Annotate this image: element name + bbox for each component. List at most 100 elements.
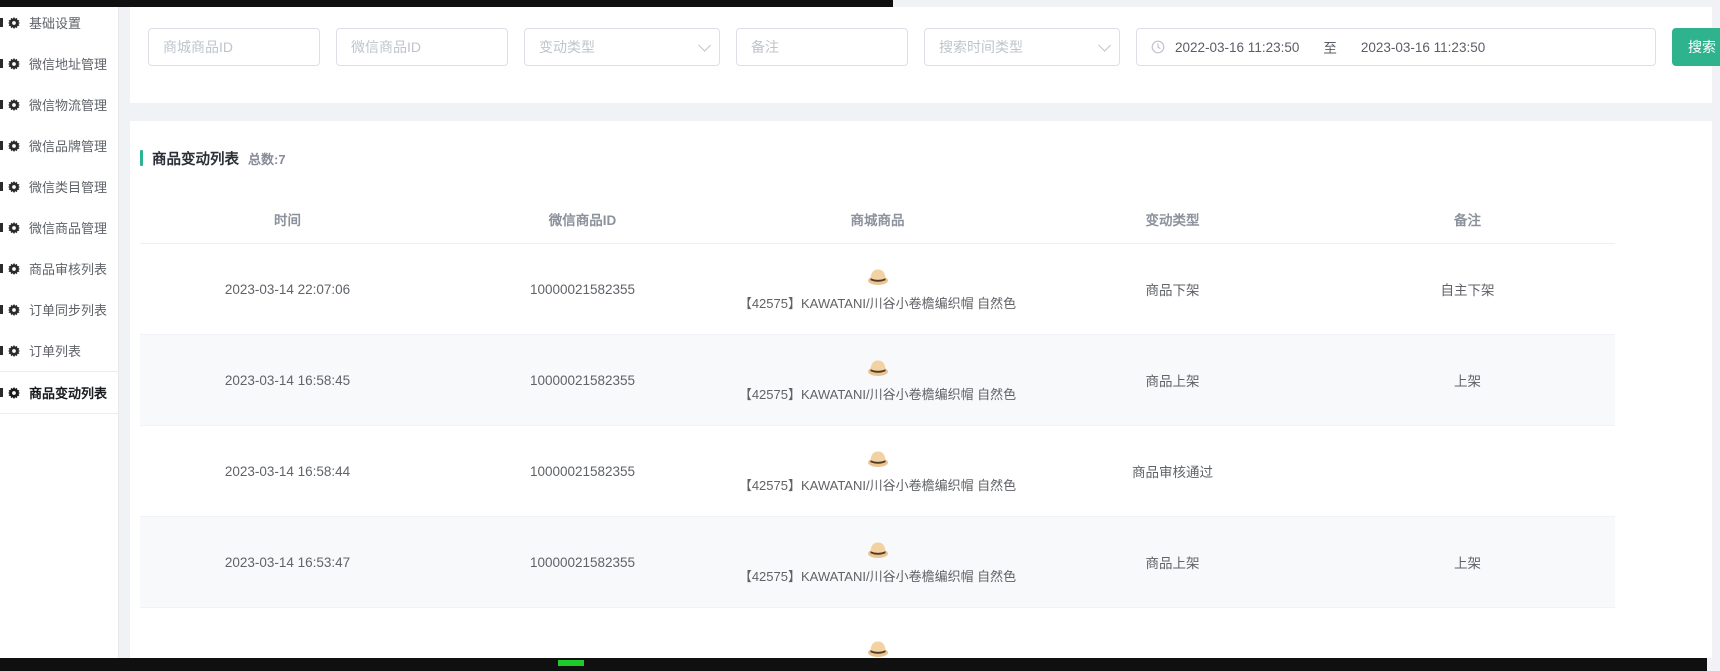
gear-icon [8,58,20,70]
date-range-separator: 至 [1309,37,1351,57]
sidebar-item-wechat-category-management[interactable]: 微信类目管理 [0,166,118,207]
cell-change-type: 商品下架 [1025,244,1320,334]
column-header-change-type: 变动类型 [1025,195,1320,243]
product-hat-image [866,357,890,380]
sidebar-item-product-change-list[interactable]: 商品变动列表 [0,371,118,414]
sidebar-edge-mark [0,100,3,109]
sidebar-item-order-list[interactable]: 订单列表 [0,330,118,371]
change-type-select[interactable]: 变动类型 [524,28,720,66]
sidebar-item-label: 商品审核列表 [29,259,107,278]
panel-title: 商品变动列表 总数:7 [130,121,1712,171]
cell-wechat-product-id: 10000021582355 [435,517,730,607]
table-header-row: 时间 微信商品ID 商城商品 变动类型 备注 [140,195,1615,244]
gear-icon [8,263,20,275]
cell-remark: 上架 [1320,335,1615,425]
table-row: 2023-03-14 16:58:44 10000021582355 【4257… [140,426,1615,517]
filter-row: 变动类型 搜索时间类型 2022-03-16 11:23:50 至 2023-0… [148,28,1656,66]
product-hat-image [866,448,890,471]
sidebar-edge-mark [0,182,3,191]
product-title: 【42575】KAWATANI/川谷小卷檐编织帽 自然色 [739,387,1016,403]
column-header-wechat-product-id: 微信商品ID [435,195,730,243]
sidebar-edge-mark [0,59,3,68]
sidebar-item-label: 微信物流管理 [29,95,107,114]
date-range-picker[interactable]: 2022-03-16 11:23:50 至 2023-03-16 11:23:5… [1136,28,1656,66]
cell-mall-product [730,608,1025,658]
sidebar-item-label: 基础设置 [29,13,81,32]
product-hat-image [866,638,890,658]
sidebar-item-wechat-brand-management[interactable]: 微信品牌管理 [0,125,118,166]
change-type-select-placeholder: 变动类型 [539,37,595,57]
cell-remark: 自主下架 [1320,244,1615,334]
cell-change-type: 商品审核通过 [1025,426,1320,516]
gear-icon [8,387,20,399]
gear-icon [8,99,20,111]
top-letterbox-bar [0,0,893,7]
cell-wechat-product-id: 10000021582355 [435,335,730,425]
sidebar: 基础设置 微信地址管理 微信物流管理 微信品牌管理 微信类目管理 微信商品管理 … [0,0,119,671]
product-hat-image [866,266,890,289]
cell-time: 2023-03-14 16:58:44 [140,426,435,516]
sidebar-edge-mark [0,223,3,232]
product-title: 【42575】KAWATANI/川谷小卷檐编织帽 自然色 [739,296,1016,312]
gear-icon [8,345,20,357]
search-time-type-select[interactable]: 搜索时间类型 [924,28,1120,66]
date-range-start: 2022-03-16 11:23:50 [1175,40,1299,55]
gear-icon [8,17,20,29]
product-hat-image [866,539,890,562]
sidebar-item-product-review-list[interactable]: 商品审核列表 [0,248,118,289]
cell-remark [1320,426,1615,516]
gear-icon [8,222,20,234]
cell-time: 2023-03-14 16:58:45 [140,335,435,425]
sidebar-edge-mark [0,141,3,150]
search-button[interactable]: 搜索 [1672,28,1720,66]
table-row [140,608,1615,658]
title-accent-bar [140,150,143,166]
sidebar-item-wechat-logistics-management[interactable]: 微信物流管理 [0,84,118,125]
total-count: 总数:7 [248,149,286,168]
column-header-mall-product: 商城商品 [730,195,1025,243]
cell-wechat-product-id [435,608,730,658]
mall-product-id-input[interactable] [148,28,320,66]
product-title: 【42575】KAWATANI/川谷小卷檐编织帽 自然色 [739,478,1016,494]
table-row: 2023-03-14 16:58:45 10000021582355 【4257… [140,335,1615,426]
sidebar-edge-mark [0,264,3,273]
cell-time [140,608,435,658]
cell-remark [1320,608,1615,658]
sidebar-item-basic-settings[interactable]: 基础设置 [0,2,118,43]
column-header-remark: 备注 [1320,195,1615,243]
cell-mall-product: 【42575】KAWATANI/川谷小卷檐编织帽 自然色 [730,335,1025,425]
column-header-time: 时间 [140,195,435,243]
sidebar-item-label: 微信商品管理 [29,218,107,237]
sidebar-item-label: 微信类目管理 [29,177,107,196]
sidebar-item-label: 商品变动列表 [29,383,107,402]
product-title: 【42575】KAWATANI/川谷小卷檐编织帽 自然色 [739,569,1016,585]
table-row: 2023-03-14 22:07:06 10000021582355 【4257… [140,244,1615,335]
table-row: 2023-03-14 16:53:47 10000021582355 【4257… [140,517,1615,608]
sidebar-item-label: 微信地址管理 [29,54,107,73]
sidebar-item-label: 微信品牌管理 [29,136,107,155]
cell-time: 2023-03-14 16:53:47 [140,517,435,607]
sidebar-item-order-sync-list[interactable]: 订单同步列表 [0,289,118,330]
sidebar-item-wechat-product-management[interactable]: 微信商品管理 [0,207,118,248]
cell-wechat-product-id: 10000021582355 [435,426,730,516]
clock-icon [1151,40,1165,54]
cell-wechat-product-id: 10000021582355 [435,244,730,334]
sidebar-item-wechat-address-management[interactable]: 微信地址管理 [0,43,118,84]
sidebar-edge-mark [0,305,3,314]
sidebar-item-label: 订单同步列表 [29,300,107,319]
wechat-product-id-input[interactable] [336,28,508,66]
sidebar-edge-mark [0,388,3,397]
cell-change-type [1025,608,1320,658]
product-change-panel: 商品变动列表 总数:7 时间 微信商品ID 商城商品 变动类型 备注 2023-… [130,121,1712,658]
cell-mall-product: 【42575】KAWATANI/川谷小卷檐编织帽 自然色 [730,517,1025,607]
chevron-down-icon [698,39,711,52]
cell-change-type: 商品上架 [1025,517,1320,607]
cell-change-type: 商品上架 [1025,335,1320,425]
progress-marker [558,660,584,666]
gear-icon [8,304,20,316]
sidebar-edge-mark [0,346,3,355]
remark-input[interactable] [736,28,908,66]
cell-mall-product: 【42575】KAWATANI/川谷小卷檐编织帽 自然色 [730,426,1025,516]
chevron-down-icon [1098,39,1111,52]
page-title: 商品变动列表 [152,148,239,169]
